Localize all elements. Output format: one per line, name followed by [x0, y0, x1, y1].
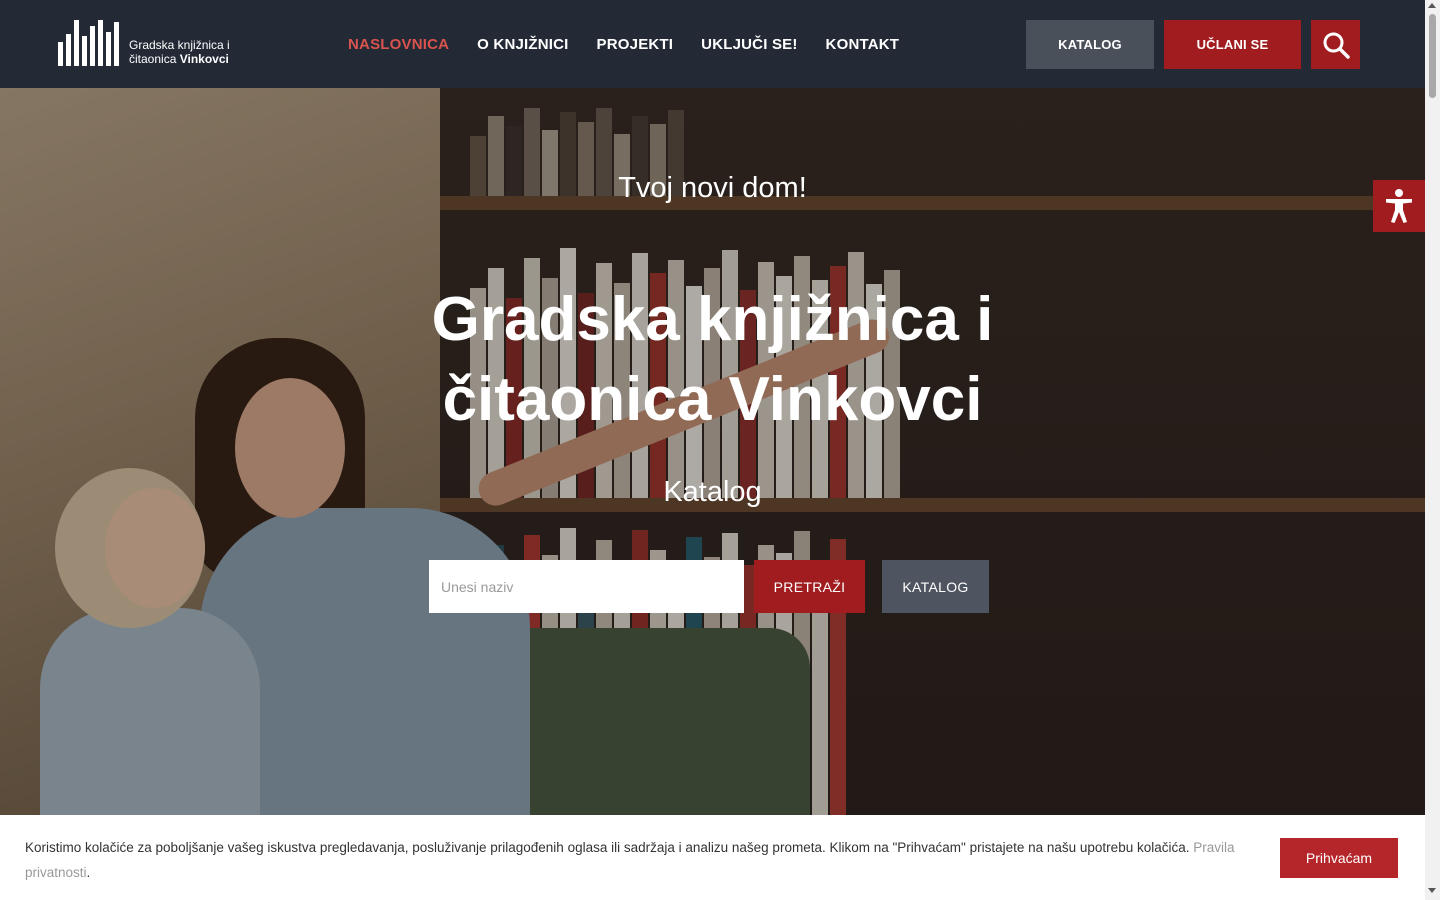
catalog-button[interactable]: KATALOG	[882, 560, 989, 613]
search-icon	[1323, 32, 1350, 59]
hero-section: Tvoj novi dom! Gradska knjižnica i čitao…	[0, 88, 1425, 815]
hero-subtitle: Tvoj novi dom!	[618, 172, 807, 204]
catalog-search-input[interactable]	[429, 560, 744, 613]
logo-text: Gradska knjižnica i čitaonica Vinkovci	[129, 38, 230, 66]
site-logo[interactable]: Gradska knjižnica i čitaonica Vinkovci	[58, 20, 230, 66]
main-nav: NASLOVNICA O KNJIŽNICI PROJEKTI UKLJUČI …	[348, 36, 899, 53]
scrollbar-thumb[interactable]	[1429, 14, 1436, 98]
nav-item-ukljuci-se[interactable]: UKLJUČI SE!	[701, 36, 797, 53]
logo-line-2-bold: Vinkovci	[179, 52, 229, 66]
hero-title: Gradska knjižnica i čitaonica Vinkovci	[0, 280, 1425, 440]
logo-line-2-regular: čitaonica	[129, 52, 180, 66]
hero-title-line-2: čitaonica Vinkovci	[442, 365, 983, 434]
cookie-accept-button[interactable]: Prihvaćam	[1280, 838, 1398, 878]
header-join-button[interactable]: UČLANI SE	[1164, 20, 1301, 69]
header-search-button[interactable]	[1311, 20, 1360, 69]
scroll-down-arrow-icon[interactable]	[1428, 888, 1436, 893]
site-header: Gradska knjižnica i čitaonica Vinkovci N…	[0, 0, 1425, 88]
logo-line-1: Gradska knjižnica i	[129, 38, 230, 52]
catalog-heading: Katalog	[663, 476, 762, 508]
page-scrollbar[interactable]	[1425, 0, 1440, 900]
cookie-text-suffix: .	[86, 865, 91, 880]
logo-mark-icon	[58, 20, 119, 66]
accessibility-button[interactable]	[1373, 180, 1425, 232]
cookie-message: Koristimo kolačiće za poboljšanje vašeg …	[25, 840, 1190, 855]
scroll-up-arrow-icon[interactable]	[1428, 3, 1436, 8]
cookie-banner: Koristimo kolačiće za poboljšanje vašeg …	[0, 815, 1425, 900]
search-submit-button[interactable]: PRETRAŽI	[754, 560, 865, 613]
accessibility-icon	[1386, 189, 1412, 223]
header-katalog-button[interactable]: KATALOG	[1026, 20, 1154, 69]
hero-title-line-1: Gradska knjižnica i	[431, 285, 994, 354]
nav-item-naslovnica[interactable]: NASLOVNICA	[348, 36, 449, 53]
nav-item-projekti[interactable]: PROJEKTI	[597, 36, 674, 53]
cookie-text: Koristimo kolačiće za poboljšanje vašeg …	[25, 835, 1245, 885]
logo-line-2: čitaonica Vinkovci	[129, 52, 230, 66]
nav-item-kontakt[interactable]: KONTAKT	[826, 36, 900, 53]
nav-item-o-knjiznici[interactable]: O KNJIŽNICI	[477, 36, 568, 53]
